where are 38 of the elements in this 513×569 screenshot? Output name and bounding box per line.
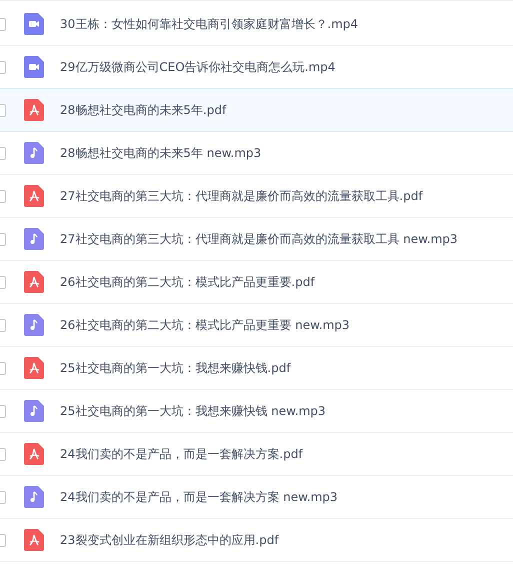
file-row[interactable]: 25社交电商的第一大坑：我想来赚快钱 new.mp3 [0,390,513,433]
audio-file-icon [24,486,44,508]
file-row[interactable]: 28畅想社交电商的未来5年 new.mp3 [0,132,513,175]
video-file-icon [24,56,44,78]
pdf-file-icon [24,529,44,551]
file-row[interactable]: 26社交电商的第二大坑：模式比产品更重要.pdf [0,261,513,304]
file-name[interactable]: 29亿万级微商公司CEO告诉你社交电商怎么玩.mp4 [60,58,336,76]
pdf-file-icon [24,357,44,379]
pdf-file-icon [24,185,44,207]
audio-file-icon [24,228,44,250]
file-row[interactable]: 27社交电商的第三大坑：代理商就是廉价而高效的流量获取工具 new.mp3 [0,218,513,261]
file-row[interactable]: 25社交电商的第一大坑：我想来赚快钱.pdf [0,347,513,390]
file-name[interactable]: 27社交电商的第三大坑：代理商就是廉价而高效的流量获取工具 new.mp3 [60,230,458,248]
file-row[interactable]: 28畅想社交电商的未来5年.pdf [0,89,513,132]
file-row[interactable]: 24我们卖的不是产品，而是一套解决方案.pdf [0,433,513,476]
file-name[interactable]: 24我们卖的不是产品，而是一套解决方案 new.mp3 [60,488,338,506]
file-row[interactable]: 27社交电商的第三大坑：代理商就是廉价而高效的流量获取工具.pdf [0,175,513,218]
file-row[interactable]: 30王栋：女性如何靠社交电商引领家庭财富增长？.mp4 [0,3,513,46]
file-row[interactable]: 24我们卖的不是产品，而是一套解决方案 new.mp3 [0,476,513,519]
audio-file-icon [24,314,44,336]
file-name[interactable]: 28畅想社交电商的未来5年 new.mp3 [60,144,262,162]
file-row[interactable]: 23裂变式创业在新组织形态中的应用.pdf [0,519,513,562]
pdf-file-icon [24,99,44,121]
file-name[interactable]: 27社交电商的第三大坑：代理商就是廉价而高效的流量获取工具.pdf [60,188,423,204]
pdf-file-icon [24,271,44,293]
file-name[interactable]: 23裂变式创业在新组织形态中的应用.pdf [60,532,279,548]
video-file-icon [24,13,44,35]
file-name[interactable]: 25社交电商的第一大坑：我想来赚快钱.pdf [60,360,291,376]
file-name[interactable]: 26社交电商的第二大坑：模式比产品更重要.pdf [60,274,315,290]
file-row[interactable]: 26社交电商的第二大坑：模式比产品更重要 new.mp3 [0,304,513,347]
file-name[interactable]: 26社交电商的第二大坑：模式比产品更重要 new.mp3 [60,316,350,334]
file-name[interactable]: 24我们卖的不是产品，而是一套解决方案.pdf [60,446,303,462]
file-name[interactable]: 30王栋：女性如何靠社交电商引领家庭财富增长？.mp4 [60,16,358,32]
audio-file-icon [24,400,44,422]
file-name[interactable]: 25社交电商的第一大坑：我想来赚快钱 new.mp3 [60,402,326,420]
audio-file-icon [24,142,44,164]
file-name[interactable]: 28畅想社交电商的未来5年.pdf [60,102,226,118]
pdf-file-icon [24,443,44,465]
